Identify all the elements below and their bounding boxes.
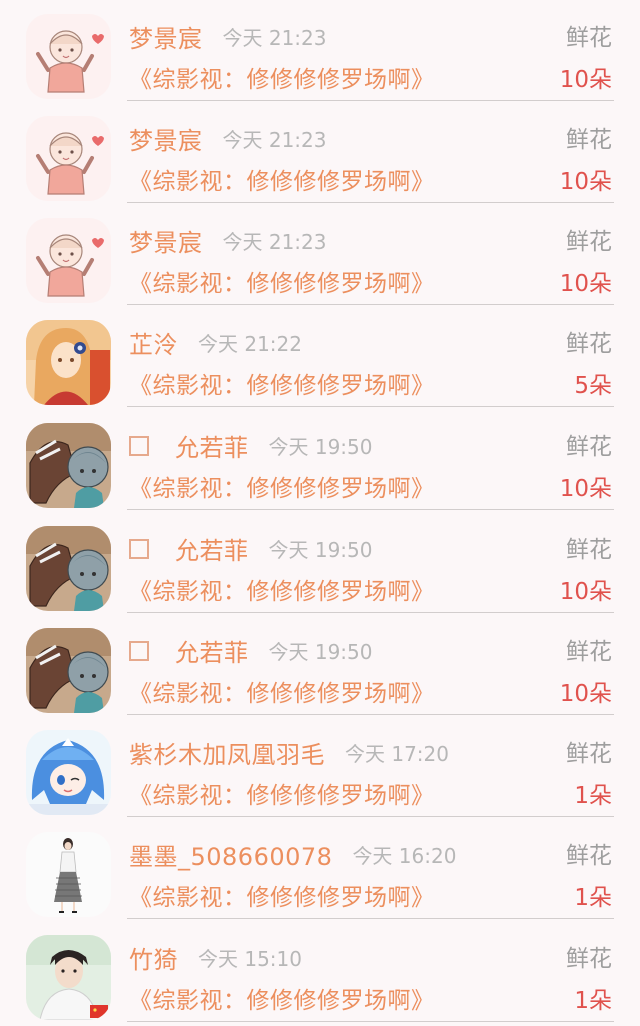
gift-record-row[interactable]: 竹猗 今天 15:10 鲜花 《综影视：修修修修罗场啊》 1朵	[0, 921, 640, 1024]
chibi-girl-avatar[interactable]	[26, 14, 111, 99]
row-divider	[127, 202, 614, 203]
gift-count: 10朵	[559, 67, 612, 93]
row-divider	[127, 816, 614, 817]
row-divider	[127, 304, 614, 305]
chibi-girl-avatar[interactable]	[26, 218, 111, 303]
gift-record-list: 梦景宸 今天 21:23 鲜花 《综影视：修修修修罗场啊》 10朵 梦景宸 今天…	[0, 0, 640, 1026]
row-divider	[127, 612, 614, 613]
gift-record-row[interactable]: 梦景宸 今天 21:23 鲜花 《综影视：修修修修罗场啊》 10朵	[0, 204, 640, 307]
work-title-link[interactable]: 《综影视：修修修修罗场啊》	[129, 572, 435, 606]
chibi-girl-avatar[interactable]	[26, 116, 111, 201]
gift-record-row[interactable]: 墨墨_508660078 今天 16:20 鲜花 《综影视：修修修修罗场啊》 1…	[0, 818, 640, 921]
gift-count: 1朵	[574, 988, 612, 1014]
gift-type: 鲜花	[566, 229, 612, 255]
gift-record-row[interactable]: 梦景宸 今天 21:23 鲜花 《综影视：修修修修罗场啊》 10朵	[0, 102, 640, 205]
select-checkbox[interactable]	[129, 539, 149, 559]
gift-count: 10朵	[559, 681, 612, 707]
timestamp: 今天 19:50	[268, 639, 373, 664]
work-title-link[interactable]: 《综影视：修修修修罗场啊》	[129, 366, 435, 400]
select-checkbox[interactable]	[129, 436, 149, 456]
timestamp: 今天 21:23	[222, 127, 327, 152]
gift-record-row[interactable]: 允若菲 今天 19:50 鲜花 《综影视：修修修修罗场啊》 10朵	[0, 512, 640, 615]
sender-name[interactable]: 竹猗	[129, 940, 178, 975]
gift-record-row[interactable]: 梦景宸 今天 21:23 鲜花 《综影视：修修修修罗场啊》 10朵	[0, 0, 640, 103]
gift-type: 鲜花	[566, 434, 612, 460]
gift-record-row[interactable]: 允若菲 今天 19:50 鲜花 《综影视：修修修修罗场啊》 10朵	[0, 409, 640, 512]
gift-count: 10朵	[559, 579, 612, 605]
work-title-link[interactable]: 《综影视：修修修修罗场啊》	[129, 469, 435, 503]
horse-cartoon-avatar[interactable]	[26, 526, 111, 611]
sender-name[interactable]: 允若菲	[175, 633, 249, 668]
timestamp: 今天 21:22	[198, 331, 302, 356]
gift-count: 1朵	[574, 783, 612, 809]
gift-record-row[interactable]: 芷泠 今天 21:22 鲜花 《综影视：修修修修罗场啊》 5朵	[0, 306, 640, 409]
gift-count: 10朵	[559, 169, 612, 195]
gift-type: 鲜花	[566, 843, 612, 869]
sender-name[interactable]: 梦景宸	[129, 223, 203, 258]
select-checkbox[interactable]	[129, 641, 149, 661]
row-divider	[127, 1021, 614, 1022]
sender-name[interactable]: 墨墨_508660078	[129, 837, 332, 872]
work-title-link[interactable]: 《综影视：修修修修罗场啊》	[129, 162, 435, 196]
work-title-link[interactable]: 《综影视：修修修修罗场啊》	[129, 878, 435, 912]
row-divider	[127, 509, 614, 510]
row-divider	[127, 714, 614, 715]
gift-record-row[interactable]: 紫杉木加凤凰羽毛 今天 17:20 鲜花 《综影视：修修修修罗场啊》 1朵	[0, 716, 640, 819]
gift-type: 鲜花	[566, 639, 612, 665]
timestamp: 今天 19:50	[268, 434, 373, 459]
timestamp: 今天 15:10	[198, 946, 302, 971]
sender-name[interactable]: 允若菲	[175, 428, 249, 463]
gift-count: 10朵	[559, 476, 612, 502]
row-divider	[127, 918, 614, 919]
timestamp: 今天 21:23	[222, 229, 327, 254]
timestamp: 今天 16:20	[352, 843, 457, 868]
work-title-link[interactable]: 《综影视：修修修修罗场啊》	[129, 60, 435, 94]
work-title-link[interactable]: 《综影视：修修修修罗场啊》	[129, 776, 435, 810]
sender-name[interactable]: 允若菲	[175, 531, 249, 566]
row-divider	[127, 406, 614, 407]
gift-type: 鲜花	[566, 25, 612, 51]
gift-type: 鲜花	[566, 331, 612, 357]
timestamp: 今天 21:23	[222, 25, 327, 50]
row-divider	[127, 100, 614, 101]
gift-count: 5朵	[574, 373, 612, 399]
gift-count: 10朵	[559, 271, 612, 297]
sender-name[interactable]: 梦景宸	[129, 19, 203, 54]
gift-type: 鲜花	[566, 946, 612, 972]
work-title-link[interactable]: 《综影视：修修修修罗场啊》	[129, 674, 435, 708]
sender-name[interactable]: 紫杉木加凤凰羽毛	[129, 735, 325, 770]
gift-count: 1朵	[574, 885, 612, 911]
sender-name[interactable]: 梦景宸	[129, 121, 203, 156]
timestamp: 今天 19:50	[268, 537, 373, 562]
anime-kimono-girl-avatar[interactable]	[26, 320, 111, 405]
man-portrait-avatar[interactable]	[26, 935, 111, 1020]
horse-cartoon-avatar[interactable]	[26, 628, 111, 713]
gift-record-row[interactable]: 允若菲 今天 19:50 鲜花 《综影视：修修修修罗场啊》 10朵	[0, 614, 640, 717]
gift-type: 鲜花	[566, 537, 612, 563]
timestamp: 今天 17:20	[345, 741, 449, 766]
gift-type: 鲜花	[566, 127, 612, 153]
horse-cartoon-avatar[interactable]	[26, 423, 111, 508]
sender-name[interactable]: 芷泠	[129, 325, 178, 360]
gift-type: 鲜花	[566, 741, 612, 767]
anime-blue-hair-avatar[interactable]	[26, 730, 111, 815]
work-title-link[interactable]: 《综影视：修修修修罗场啊》	[129, 264, 435, 298]
fashion-woman-avatar[interactable]	[26, 832, 111, 917]
work-title-link[interactable]: 《综影视：修修修修罗场啊》	[129, 981, 435, 1015]
